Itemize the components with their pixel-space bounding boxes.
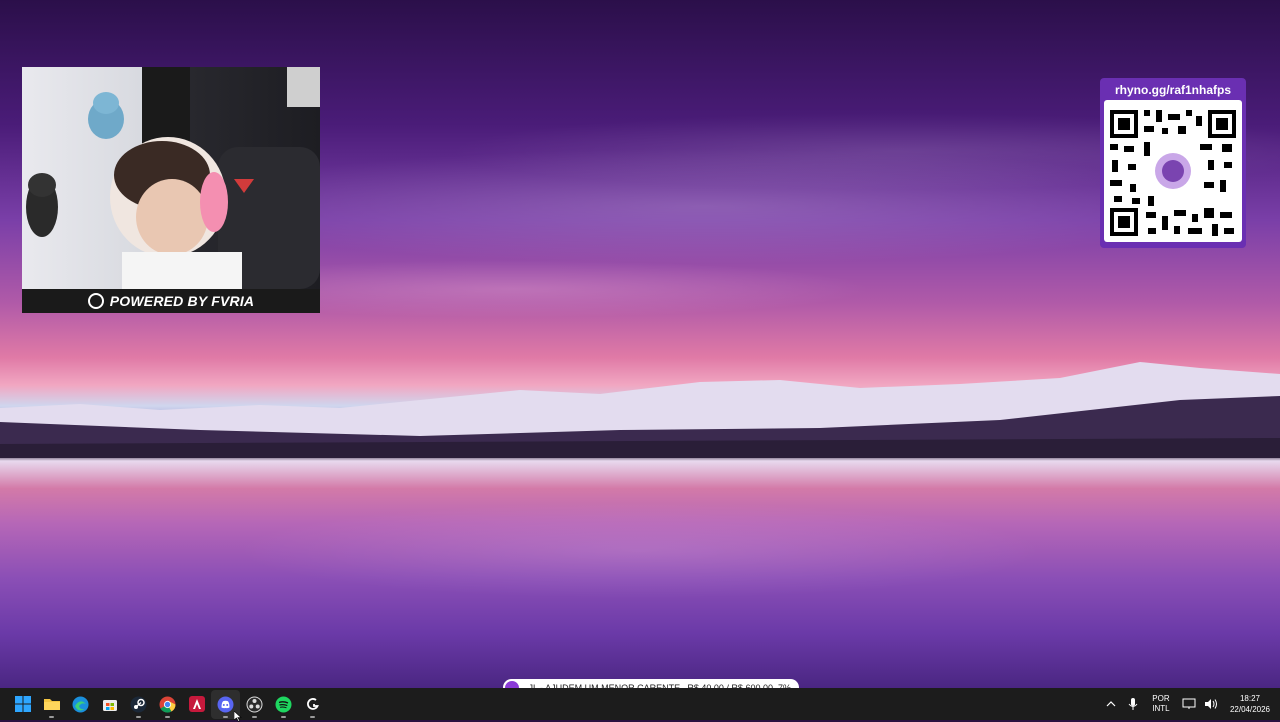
obs-icon	[246, 696, 263, 712]
running-indicator	[136, 715, 141, 718]
running-indicator	[310, 715, 315, 718]
taskbar-chrome[interactable]	[153, 690, 182, 719]
webcam-feed	[22, 67, 320, 292]
webcam-branding-bar: POWERED BY FVRIA	[22, 289, 320, 313]
microphone-button[interactable]	[1124, 694, 1142, 714]
chevron-up-icon	[1106, 701, 1116, 707]
store-icon	[102, 700, 117, 711]
clock-date: 22/04/2026	[1229, 705, 1270, 714]
webcam-overlay: POWERED BY FVRIA	[22, 67, 320, 313]
qr-donation-widget: rhyno.gg/raf1nhafps	[1100, 78, 1246, 248]
microphone-icon	[1128, 698, 1138, 710]
clock-time: 18:27	[1239, 694, 1260, 703]
system-tray: POR INTL 18:27 22/04/2026	[1100, 693, 1280, 715]
taskbar: POR INTL 18:27 22/04/2026	[0, 688, 1280, 720]
webcam-overlay-text: POWERED BY FVRIA	[109, 293, 255, 309]
taskbar-clock[interactable]: 18:27 22/04/2026	[1230, 693, 1270, 715]
discord-icon	[217, 696, 234, 712]
mouse-cursor-icon	[234, 711, 242, 722]
start-button[interactable]	[8, 690, 37, 719]
fvria-logo-icon	[87, 293, 104, 309]
running-indicator	[223, 715, 228, 718]
network-icon	[1182, 698, 1196, 709]
taskbar-edge[interactable]	[66, 690, 95, 719]
volume-button[interactable]	[1202, 694, 1220, 714]
language-code: POR	[1152, 694, 1170, 703]
windows-logo-icon	[14, 696, 31, 712]
taskbar-spotify[interactable]	[269, 690, 298, 719]
qr-url-label: rhyno.gg/raf1nhafps	[1114, 83, 1231, 97]
show-hidden-icons-button[interactable]	[1102, 694, 1120, 714]
speaker-icon	[1204, 699, 1217, 709]
riot-icon	[188, 696, 205, 712]
running-indicator	[281, 715, 286, 718]
running-indicator	[252, 715, 257, 718]
taskbar-logitech[interactable]	[298, 690, 327, 719]
taskbar-file-explorer[interactable]	[37, 690, 66, 719]
keyboard-layout: INTL	[1152, 704, 1170, 713]
spotify-icon	[275, 696, 292, 712]
taskbar-obs[interactable]	[240, 690, 269, 719]
running-indicator	[165, 715, 170, 718]
steam-icon	[130, 696, 147, 712]
taskbar-steam[interactable]	[124, 690, 153, 719]
edge-icon	[72, 696, 89, 712]
taskbar-riot[interactable]	[182, 690, 211, 719]
logitech-icon	[306, 698, 319, 710]
taskbar-apps	[8, 689, 327, 719]
running-indicator	[49, 715, 54, 718]
folder-icon	[43, 699, 60, 710]
mountain-range	[0, 362, 1280, 458]
network-button[interactable]	[1180, 694, 1198, 714]
chrome-icon	[159, 696, 176, 713]
input-language-indicator[interactable]: POR INTL	[1148, 694, 1174, 714]
taskbar-store[interactable]	[95, 690, 124, 719]
qr-code-image	[1104, 100, 1242, 242]
